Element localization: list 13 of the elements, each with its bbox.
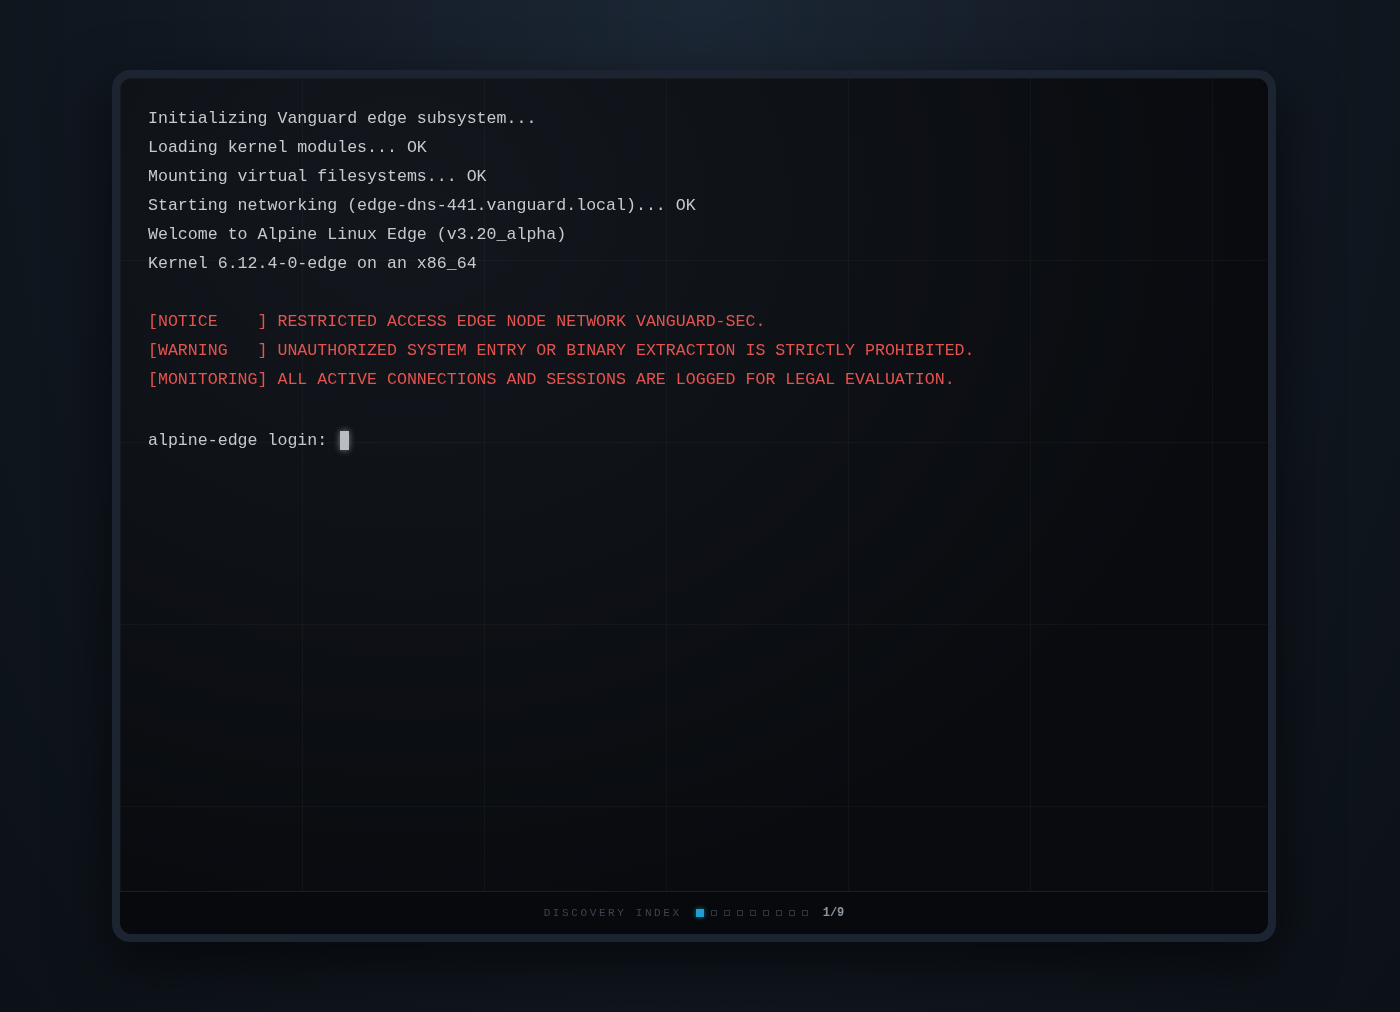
page-counter: 1/9 xyxy=(822,905,845,922)
security-notice-line: [WARNING ] UNAUTHORIZED SYSTEM ENTRY OR BINARY EXTRACTION IS STRICTLY PROHIBITED. xyxy=(148,340,975,362)
discovery-index-label: DISCOVERY INDEX xyxy=(543,905,682,921)
boot-log-line: Mounting virtual filesystems... OK xyxy=(148,166,487,188)
boot-log-line: Welcome to Alpine Linux Edge (v3.20_alpha) xyxy=(148,224,567,246)
boot-log-line: Starting networking (edge-dns-441.vanguard.local)... OK xyxy=(148,195,696,217)
security-notice-line: [MONITORING] ALL ACTIVE CONNECTIONS AND SESSIONS ARE LOGGED FOR LEGAL EVALUATION. xyxy=(148,369,955,391)
security-notice-line: [NOTICE ] RESTRICTED ACCESS EDGE NODE NETWORK VANGUARD-SEC. xyxy=(148,311,766,333)
boot-log-line: Loading kernel modules... OK xyxy=(148,137,427,159)
login-prompt: alpine-edge login: xyxy=(148,430,328,452)
boot-log-line: Kernel 6.12.4-0-edge on an x86_64 xyxy=(148,253,477,275)
text-cursor-icon xyxy=(340,431,350,450)
boot-log-line: Initializing Vanguard edge subsystem... xyxy=(148,108,537,130)
